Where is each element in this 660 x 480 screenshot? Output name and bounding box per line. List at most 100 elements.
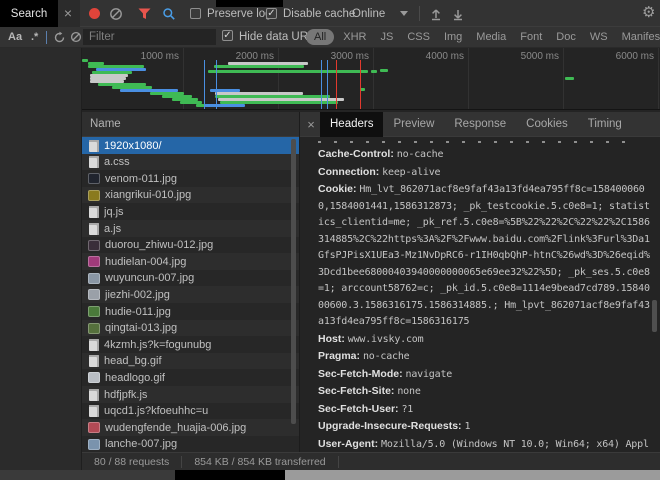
search-drawer-tab[interactable]: Search	[0, 0, 58, 27]
header-name: Upgrade-Insecure-Requests:	[318, 420, 464, 432]
request-name: a.js	[104, 223, 121, 235]
headers-panel[interactable]: Cache-Control: no-cache Connection: keep-…	[300, 137, 660, 452]
close-icon[interactable]: ×	[60, 5, 76, 21]
table-row[interactable]: headlogo.gif	[82, 369, 299, 386]
table-row[interactable]: qingtai-013.jpg	[82, 320, 299, 337]
table-row[interactable]: 1920x1080/	[82, 137, 299, 154]
waterfall-overview[interactable]: 1000 ms2000 ms3000 ms4000 ms5000 ms6000 …	[82, 48, 660, 110]
header-name: Cache-Control:	[318, 148, 397, 160]
refresh-icon[interactable]	[53, 31, 66, 44]
details-scrollbar[interactable]	[652, 300, 657, 332]
tab-timing[interactable]: Timing	[578, 112, 632, 137]
match-case-icon[interactable]: Aa	[8, 30, 22, 44]
filter-input[interactable]	[83, 29, 216, 45]
type-filter-media[interactable]: Media	[471, 29, 511, 45]
table-row[interactable]: wuyuncun-007.jpg	[82, 270, 299, 287]
table-row[interactable]: 4kzmh.js?k=fogunubg	[82, 336, 299, 353]
type-filter-manifest[interactable]: Manifest	[617, 29, 660, 45]
request-name: jiezhi-002.jpg	[105, 289, 170, 301]
header-entry: Connection: keep-alive	[318, 164, 652, 182]
tab-response[interactable]: Response	[444, 112, 516, 137]
type-filter-css[interactable]: CSS	[402, 29, 435, 45]
header-name: Sec-Fetch-User:	[318, 403, 401, 415]
type-filter-font[interactable]: Font	[515, 29, 547, 45]
request-name: uqcd1.js?kfoeuhhc=u	[104, 405, 208, 417]
request-name: headlogo.gif	[105, 372, 165, 384]
name-column-header[interactable]: Name	[82, 112, 299, 137]
type-filter-img[interactable]: Img	[439, 29, 467, 45]
request-list-scrollbar[interactable]	[291, 139, 296, 424]
clear-icon[interactable]	[109, 7, 123, 21]
domcontentloaded-marker	[216, 60, 217, 110]
clipped-header-line	[318, 139, 630, 143]
chevron-down-icon[interactable]	[400, 11, 408, 16]
preserve-log-label[interactable]: Preserve log	[207, 7, 272, 21]
header-entry: Sec-Fetch-Site: none	[318, 383, 652, 401]
disable-cache-label[interactable]: Disable cache	[283, 7, 355, 21]
close-details-icon[interactable]: ×	[302, 117, 320, 132]
load-event-marker	[360, 60, 361, 110]
table-row[interactable]: a.css	[82, 154, 299, 171]
type-filter-all[interactable]: All	[306, 29, 334, 45]
document-icon	[89, 156, 99, 168]
throttling-select[interactable]: Online	[352, 7, 385, 21]
main-toolbar: Search × Preserve log Disable cache Onli…	[0, 0, 660, 27]
image-thumbnail-icon	[88, 173, 100, 184]
table-row[interactable]: jiezhi-002.jpg	[82, 286, 299, 303]
waterfall-bar	[205, 104, 245, 107]
settings-gear-icon[interactable]: ⚙	[642, 5, 655, 21]
table-row[interactable]: a.js	[82, 220, 299, 237]
export-har-icon[interactable]	[451, 7, 465, 21]
tab-preview[interactable]: Preview	[383, 112, 444, 137]
table-row[interactable]: hudielan-004.jpg	[82, 253, 299, 270]
timeline-label: 3000 ms	[323, 51, 369, 62]
clear-search-icon[interactable]	[70, 31, 82, 43]
waterfall-bar	[380, 69, 388, 72]
filter-icon[interactable]	[138, 8, 151, 20]
search-bar-divider	[46, 31, 47, 44]
header-name: Sec-Fetch-Site:	[318, 385, 397, 397]
type-filter-doc[interactable]: Doc	[551, 29, 581, 45]
import-har-icon[interactable]	[429, 7, 443, 21]
record-button[interactable]	[89, 8, 100, 19]
bottom-window-fragment-light	[285, 470, 660, 480]
table-row[interactable]: uqcd1.js?kfoeuhhc=u	[82, 403, 299, 420]
disable-cache-checkbox[interactable]	[266, 8, 277, 19]
table-row[interactable]: xiangrikui-010.jpg	[82, 187, 299, 204]
image-thumbnail-icon	[88, 240, 100, 251]
request-name: venom-011.jpg	[105, 173, 177, 185]
type-filter-ws[interactable]: WS	[585, 29, 613, 45]
drawer-tab-strip: Search ×	[0, 0, 80, 27]
request-name: xiangrikui-010.jpg	[105, 189, 191, 201]
table-row[interactable]: venom-011.jpg	[82, 170, 299, 187]
timeline-label: 4000 ms	[418, 51, 464, 62]
tab-cookies[interactable]: Cookies	[516, 112, 578, 137]
table-row[interactable]: lanche-007.jpg	[82, 436, 299, 452]
header-value: none	[397, 386, 420, 397]
type-filter-js[interactable]: JS	[375, 29, 398, 45]
search-tab-label: Search	[11, 8, 47, 20]
document-icon	[89, 223, 99, 235]
hide-data-urls-checkbox[interactable]	[222, 30, 233, 41]
regex-icon[interactable]: .*	[31, 30, 38, 44]
type-filter-xhr[interactable]: XHR	[338, 29, 371, 45]
preserve-log-checkbox[interactable]	[190, 8, 201, 19]
bottom-window-fragment-black	[175, 470, 285, 480]
table-row[interactable]: hdfjpfk.js	[82, 386, 299, 403]
table-row[interactable]: wudengfende_huajia-006.jpg	[82, 419, 299, 436]
tab-headers[interactable]: Headers	[320, 112, 383, 137]
document-icon	[89, 405, 99, 417]
header-value: ?1	[401, 404, 413, 415]
table-row[interactable]: head_bg.gif	[82, 353, 299, 370]
network-status-bar: 80 / 88 requests 854 KB / 854 KB transfe…	[82, 452, 660, 470]
request-name: lanche-007.jpg	[105, 438, 177, 450]
search-icon[interactable]	[162, 7, 176, 21]
table-row[interactable]: hudie-011.jpg	[82, 303, 299, 320]
table-row[interactable]: jq.js	[82, 203, 299, 220]
header-entry: Cookie: Hm_lvt_862071acf8e9faf43a13fd4ea…	[318, 181, 652, 331]
header-value: no-cache	[363, 351, 410, 362]
request-name: 1920x1080/	[104, 140, 162, 152]
domcontentloaded-marker	[204, 60, 205, 110]
image-thumbnail-icon	[88, 372, 100, 383]
table-row[interactable]: duorou_zhiwu-012.jpg	[82, 237, 299, 254]
